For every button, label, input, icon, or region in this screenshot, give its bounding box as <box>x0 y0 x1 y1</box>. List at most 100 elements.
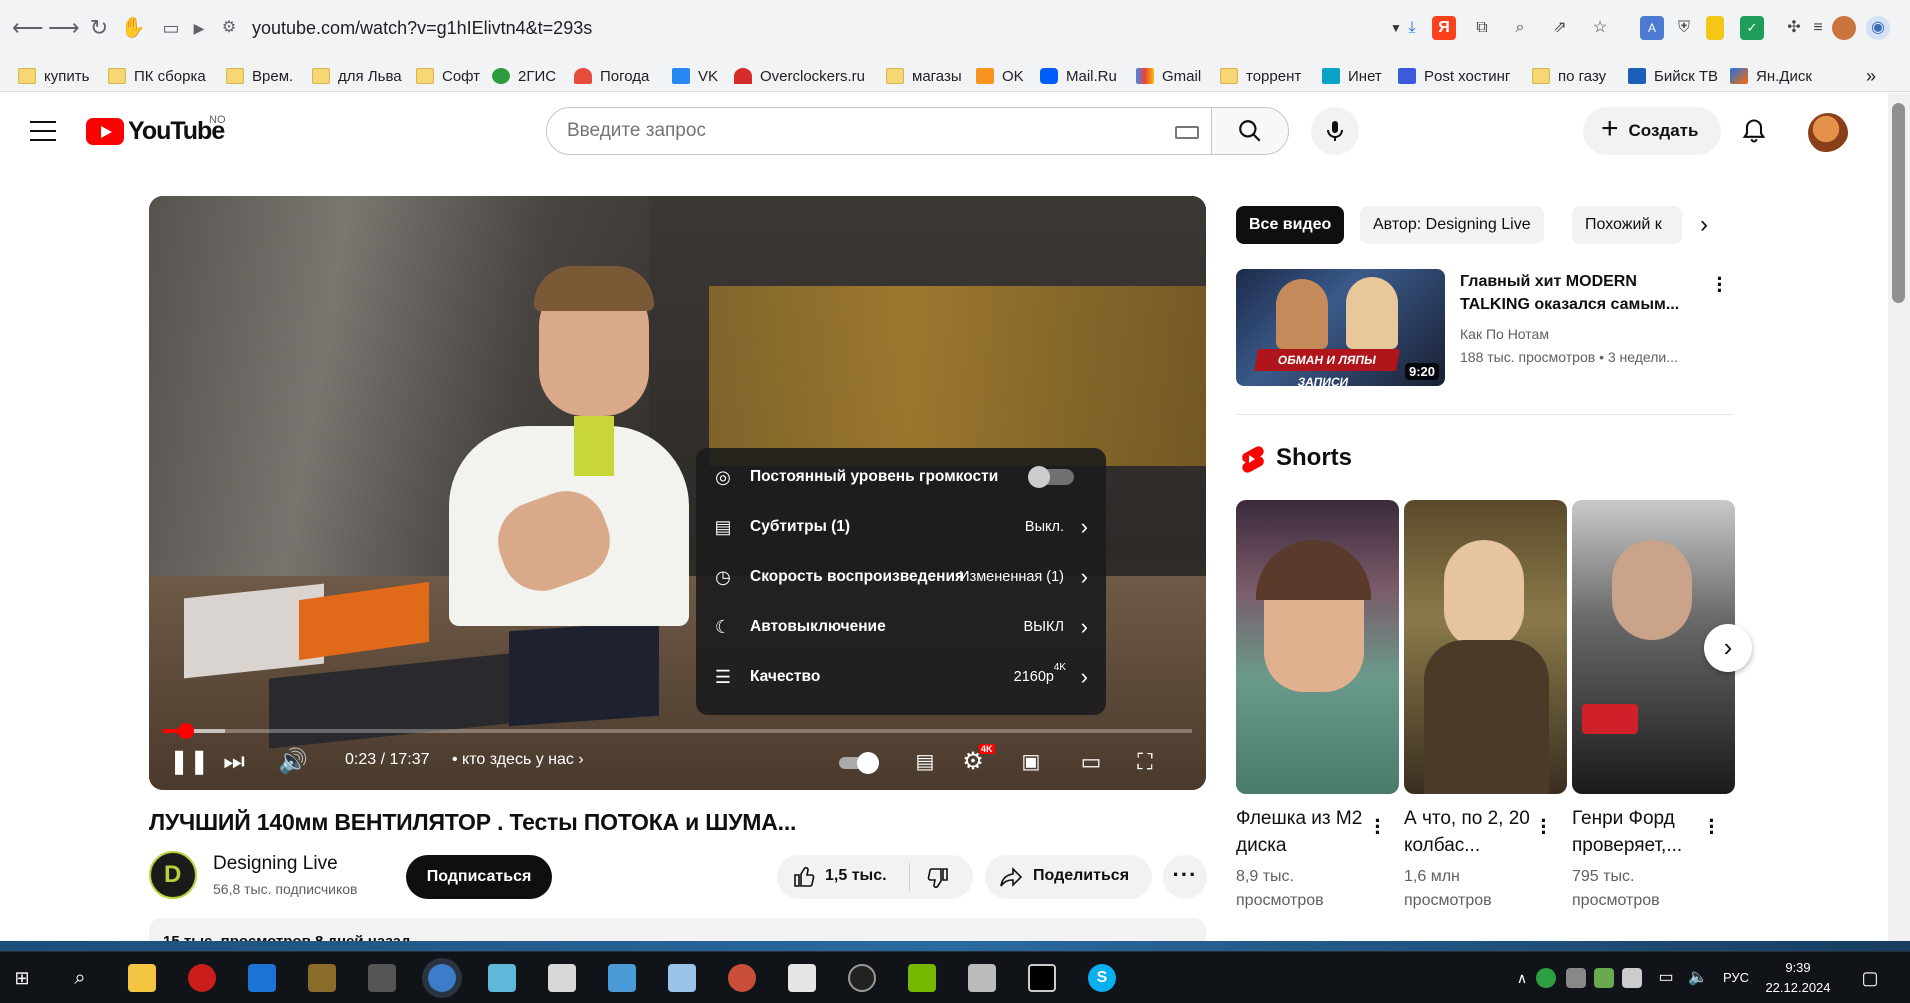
bookmark-folder[interactable]: для Льва <box>312 65 402 87</box>
thumbs-up-icon[interactable] <box>793 865 817 889</box>
calculator-icon[interactable] <box>788 964 816 992</box>
tab-list-icon[interactable]: ≡ <box>1806 16 1830 40</box>
site-info-icon[interactable]: ⚙ <box>216 15 242 41</box>
skype-icon[interactable]: S <box>1088 964 1116 992</box>
reload-icon[interactable]: ↻ <box>86 15 112 41</box>
tray-app-icon[interactable] <box>1536 968 1556 988</box>
bookmark-folder[interactable]: купить <box>18 65 89 87</box>
more-actions-button[interactable]: ··· <box>1163 855 1207 899</box>
more-vert-icon[interactable]: · · · <box>1710 268 1730 302</box>
bookmark-link[interactable]: 2ГИС <box>492 65 556 87</box>
tab-strip-icon[interactable]: ▭ <box>158 15 184 41</box>
bookmark-folder[interactable]: Софт <box>416 65 480 87</box>
autoplay-toggle[interactable] <box>839 752 881 774</box>
search-box[interactable] <box>546 107 1212 155</box>
create-button[interactable]: + Создать <box>1583 107 1721 155</box>
clock-date[interactable]: 22.12.2024 <box>1760 980 1836 995</box>
recommended-thumbnail[interactable]: ОБМАН И ЛЯПЫ ЗАПИСИ 9:20 <box>1236 269 1445 386</box>
browser-taskbar-icon[interactable] <box>428 964 456 992</box>
bookmark-link[interactable]: Post хостинг <box>1398 65 1510 87</box>
bookmark-link[interactable]: Погода <box>574 65 649 87</box>
profile-icon[interactable] <box>1832 16 1856 40</box>
account-avatar[interactable] <box>1808 113 1848 153</box>
browser-menu-icon[interactable]: ◉ <box>1866 16 1890 40</box>
menu-item-playback-speed[interactable]: ◷ Скорость воспроизведения Измененная (1… <box>696 552 1106 602</box>
app-icon[interactable] <box>488 964 516 992</box>
back-icon[interactable]: ⟵ <box>12 15 44 41</box>
bookmark-link[interactable]: Overclockers.ru <box>734 65 865 87</box>
store-icon[interactable] <box>248 964 276 992</box>
progress-bar[interactable] <box>163 723 1192 739</box>
volume-icon[interactable]: 🔊 <box>277 747 309 777</box>
bookmark-folder[interactable]: по газу <box>1532 65 1606 87</box>
miniplayer-icon[interactable]: ▣ <box>1015 747 1047 777</box>
translate-icon[interactable]: A <box>1640 16 1664 40</box>
windows-start-icon[interactable]: ⊞ <box>8 964 36 992</box>
shield-icon[interactable]: ⛨ <box>1672 16 1696 40</box>
chevron-right-icon[interactable]: › <box>1704 624 1752 672</box>
bookmark-link[interactable]: Ян.Диск <box>1730 65 1812 87</box>
short-title[interactable]: Генри Форд проверяет,... <box>1572 805 1700 859</box>
zoom-icon[interactable]: ⌕ <box>1508 16 1532 40</box>
next-icon[interactable]: ⏭ <box>219 747 249 777</box>
hand-icon[interactable]: ✋ <box>120 15 146 41</box>
bookmark-link[interactable]: Gmail <box>1136 65 1201 87</box>
youtube-logo[interactable]: YouTube <box>86 117 225 146</box>
menu-item-subtitles[interactable]: ▤ Субтитры (1) Выкл. › <box>696 502 1106 552</box>
bookmark-folder[interactable]: Врем. <box>226 65 293 87</box>
recommended-title[interactable]: Главный хит MODERN TALKING оказался самы… <box>1460 270 1692 316</box>
network-icon[interactable]: ▭ <box>1652 964 1680 992</box>
triangle-right-icon[interactable]: ▶ <box>186 15 212 41</box>
more-bookmarks-button[interactable]: » <box>1866 65 1876 87</box>
volume-icon[interactable]: 🔈 <box>1684 964 1712 992</box>
nvidia-icon[interactable] <box>908 964 936 992</box>
forward-icon[interactable]: ⟶ <box>48 15 80 41</box>
menu-item-quality[interactable]: ☰ Качество 2160p 4K › <box>696 652 1106 702</box>
tray-app-icon[interactable] <box>1566 968 1586 988</box>
more-vert-icon[interactable]: · · · <box>1534 810 1554 844</box>
bookmark-star-icon[interactable]: ☆ <box>1588 16 1612 40</box>
bookmark-folder[interactable]: торрент <box>1220 65 1301 87</box>
opera-icon[interactable] <box>188 964 216 992</box>
bookmark-link[interactable]: Инет <box>1322 65 1382 87</box>
media-player-icon[interactable] <box>368 964 396 992</box>
clock-time[interactable]: 9:39 <box>1768 960 1828 975</box>
search-icon[interactable]: ⌕ <box>66 964 94 992</box>
channel-name[interactable]: Designing Live <box>213 853 338 875</box>
more-vert-icon[interactable]: · · · <box>1702 810 1722 844</box>
subtitles-icon[interactable]: ▤ <box>909 747 941 777</box>
scrubber-handle[interactable] <box>177 723 194 739</box>
short-title[interactable]: А что, по 2, 20 колбас... <box>1404 805 1532 859</box>
chevron-right-icon[interactable]: › <box>1690 212 1718 240</box>
download-icon[interactable]: ⤓ <box>1400 16 1424 40</box>
short-thumbnail[interactable] <box>1404 500 1567 794</box>
flag-extension-icon[interactable] <box>1706 16 1724 40</box>
tray-app-icon[interactable] <box>1622 968 1642 988</box>
app-icon[interactable] <box>608 964 636 992</box>
video-player[interactable]: ◎ Постоянный уровень громкости ▤ Субтитр… <box>149 196 1206 790</box>
menu-icon[interactable] <box>30 121 56 141</box>
voice-search-button[interactable] <box>1311 107 1359 155</box>
like-count[interactable]: 1,5 тыс. <box>825 867 887 885</box>
bookmark-link[interactable]: Бийск ТВ <box>1628 65 1718 87</box>
chip-related[interactable]: Похожий к <box>1572 206 1682 244</box>
short-title[interactable]: Флешка из M2 диска <box>1236 805 1364 859</box>
fullscreen-icon[interactable]: ⛶ <box>1129 747 1161 777</box>
address-bar[interactable]: youtube.com/watch?v=g1hIElivtn4&t=293s <box>252 18 592 39</box>
menu-item-stable-volume[interactable]: ◎ Постоянный уровень громкости <box>696 452 1106 502</box>
language-indicator[interactable]: РУС <box>1723 970 1749 985</box>
bookmark-folder[interactable]: ПК сборка <box>108 65 206 87</box>
stable-volume-toggle[interactable] <box>1028 466 1074 488</box>
calendar-app-icon[interactable] <box>308 964 336 992</box>
subscribe-button[interactable]: Подписаться <box>406 855 552 899</box>
app-icon[interactable] <box>968 964 996 992</box>
more-vert-icon[interactable]: · · · <box>1368 810 1388 844</box>
bookmark-link[interactable]: Mail.Ru <box>1040 65 1117 87</box>
menu-item-sleep-timer[interactable]: ☾ Автовыключение ВЫКЛ › <box>696 602 1106 652</box>
file-explorer-icon[interactable] <box>128 964 156 992</box>
app-icon[interactable] <box>848 964 876 992</box>
notifications-icon[interactable]: ▢ <box>1856 964 1884 992</box>
bookmark-link[interactable]: OK <box>976 65 1024 87</box>
scrollbar-thumb[interactable] <box>1892 103 1905 303</box>
pause-icon[interactable]: ❚❚ <box>169 747 209 777</box>
